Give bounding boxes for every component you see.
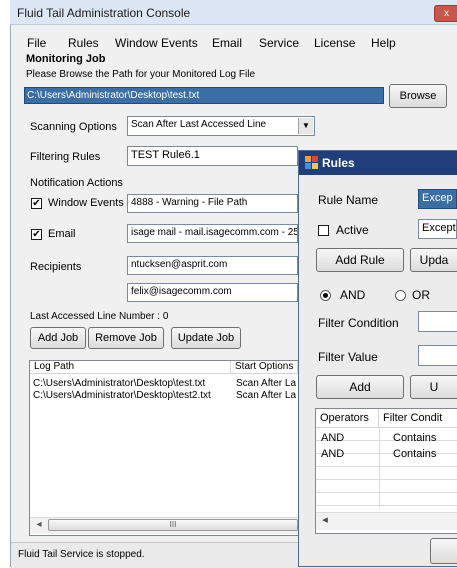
column-log-path[interactable]: Log Path	[30, 361, 231, 374]
menu-rules[interactable]: Rules	[68, 36, 99, 50]
column-operators[interactable]: Operators	[316, 409, 379, 428]
scroll-thumb[interactable]: III	[48, 519, 298, 531]
email-field[interactable]: isage mail - mail.isagecomm.com - 25	[127, 224, 298, 243]
menu-file[interactable]: File	[27, 36, 46, 50]
recipients-label: Recipients	[30, 261, 82, 273]
recipient-field-1[interactable]: ntucksen@asprit.com	[127, 256, 298, 275]
last-accessed-line: Last Accessed Line Number : 0	[30, 311, 169, 322]
active-label: Active	[336, 223, 369, 237]
job-row-1-path[interactable]: C:\Users\Administrator\Desktop\test.txt	[33, 378, 229, 389]
filter-condition-label: Filter Condition	[318, 316, 399, 330]
close-button[interactable]: x	[434, 5, 457, 22]
scanning-options-select[interactable]: Scan After Last Accessed Line ▼	[127, 116, 315, 136]
browse-prompt: Please Browse the Path for your Monitore…	[26, 69, 256, 80]
filter-value-label: Filter Value	[318, 350, 378, 364]
rule-row-1-operator[interactable]: AND	[321, 433, 344, 444]
menu-help[interactable]: Help	[371, 36, 396, 50]
add-rule-button[interactable]: Add Rule	[316, 248, 404, 272]
chevron-down-icon[interactable]: ▼	[298, 118, 313, 134]
monitoring-heading: Monitoring Job	[26, 53, 106, 65]
rule-row-2-condition[interactable]: Contains	[393, 449, 436, 460]
update-rule-button[interactable]: Upda	[410, 248, 457, 272]
menu-window-events[interactable]: Window Events	[115, 36, 198, 50]
or-radio[interactable]	[395, 290, 406, 301]
rules-column-divider	[379, 428, 380, 508]
rules-app-icon	[305, 156, 318, 169]
rule-name-field[interactable]: Excep	[418, 189, 457, 209]
window-title: Fluid Tail Administration Console	[17, 6, 191, 20]
scroll-left-icon[interactable]: ◂	[32, 518, 46, 532]
window-events-field[interactable]: 4888 - Warning - File Path	[127, 194, 298, 213]
update-filter-button[interactable]: U	[410, 375, 457, 399]
rule-name-label: Rule Name	[318, 193, 379, 207]
email-checkbox[interactable]: ✔	[31, 229, 42, 240]
log-path-field[interactable]: C:\Users\Administrator\Desktop\test.txt	[24, 87, 384, 104]
rules-horizontal-scrollbar[interactable]	[316, 512, 457, 530]
rules-dialog-bottom-button[interactable]	[430, 538, 457, 564]
add-filter-button[interactable]: Add	[316, 375, 404, 399]
column-start-options[interactable]: Start Options	[231, 361, 298, 374]
menu-email[interactable]: Email	[212, 36, 242, 50]
job-row-2-options[interactable]: Scan After La	[236, 390, 298, 401]
rule-row-2-operator[interactable]: AND	[321, 449, 344, 460]
scanning-options-value: Scan After Last Accessed Line	[131, 119, 267, 130]
notification-actions-label: Notification Actions	[30, 177, 123, 189]
menu-license[interactable]: License	[314, 36, 355, 50]
filtering-rules-label: Filtering Rules	[30, 151, 101, 163]
add-job-button[interactable]: Add Job	[30, 327, 86, 349]
column-filter-condition[interactable]: Filter Condit	[379, 409, 457, 428]
window-events-label: Window Events	[48, 197, 124, 209]
rules-scroll-left-icon[interactable]: ◂	[318, 513, 332, 528]
rule-row-1-condition[interactable]: Contains	[393, 433, 436, 444]
update-job-button[interactable]: Update Job	[171, 327, 241, 349]
remove-job-button[interactable]: Remove Job	[88, 327, 164, 349]
scanning-options-label: Scanning Options	[30, 121, 117, 133]
job-row-2-path[interactable]: C:\Users\Administrator\Desktop\test2.txt	[33, 390, 229, 401]
or-label: OR	[412, 288, 430, 302]
window-events-checkbox[interactable]: ✔	[31, 198, 42, 209]
filtering-rules-field[interactable]: TEST Rule6.1	[127, 146, 298, 166]
menu-service[interactable]: Service	[259, 36, 299, 50]
email-label: Email	[48, 228, 76, 240]
filter-condition-field[interactable]	[418, 311, 457, 332]
job-row-1-options[interactable]: Scan After La	[236, 378, 298, 389]
active-field[interactable]: Except	[418, 219, 457, 239]
browse-button[interactable]: Browse	[389, 84, 447, 108]
and-label: AND	[340, 288, 366, 302]
filter-value-field[interactable]	[418, 345, 457, 366]
active-checkbox[interactable]	[318, 225, 329, 236]
and-radio[interactable]	[320, 290, 331, 301]
recipient-field-2[interactable]: felix@isagecomm.com	[127, 283, 298, 302]
rules-dialog-title: Rules	[322, 156, 355, 170]
service-status: Fluid Tail Service is stopped.	[18, 549, 145, 560]
